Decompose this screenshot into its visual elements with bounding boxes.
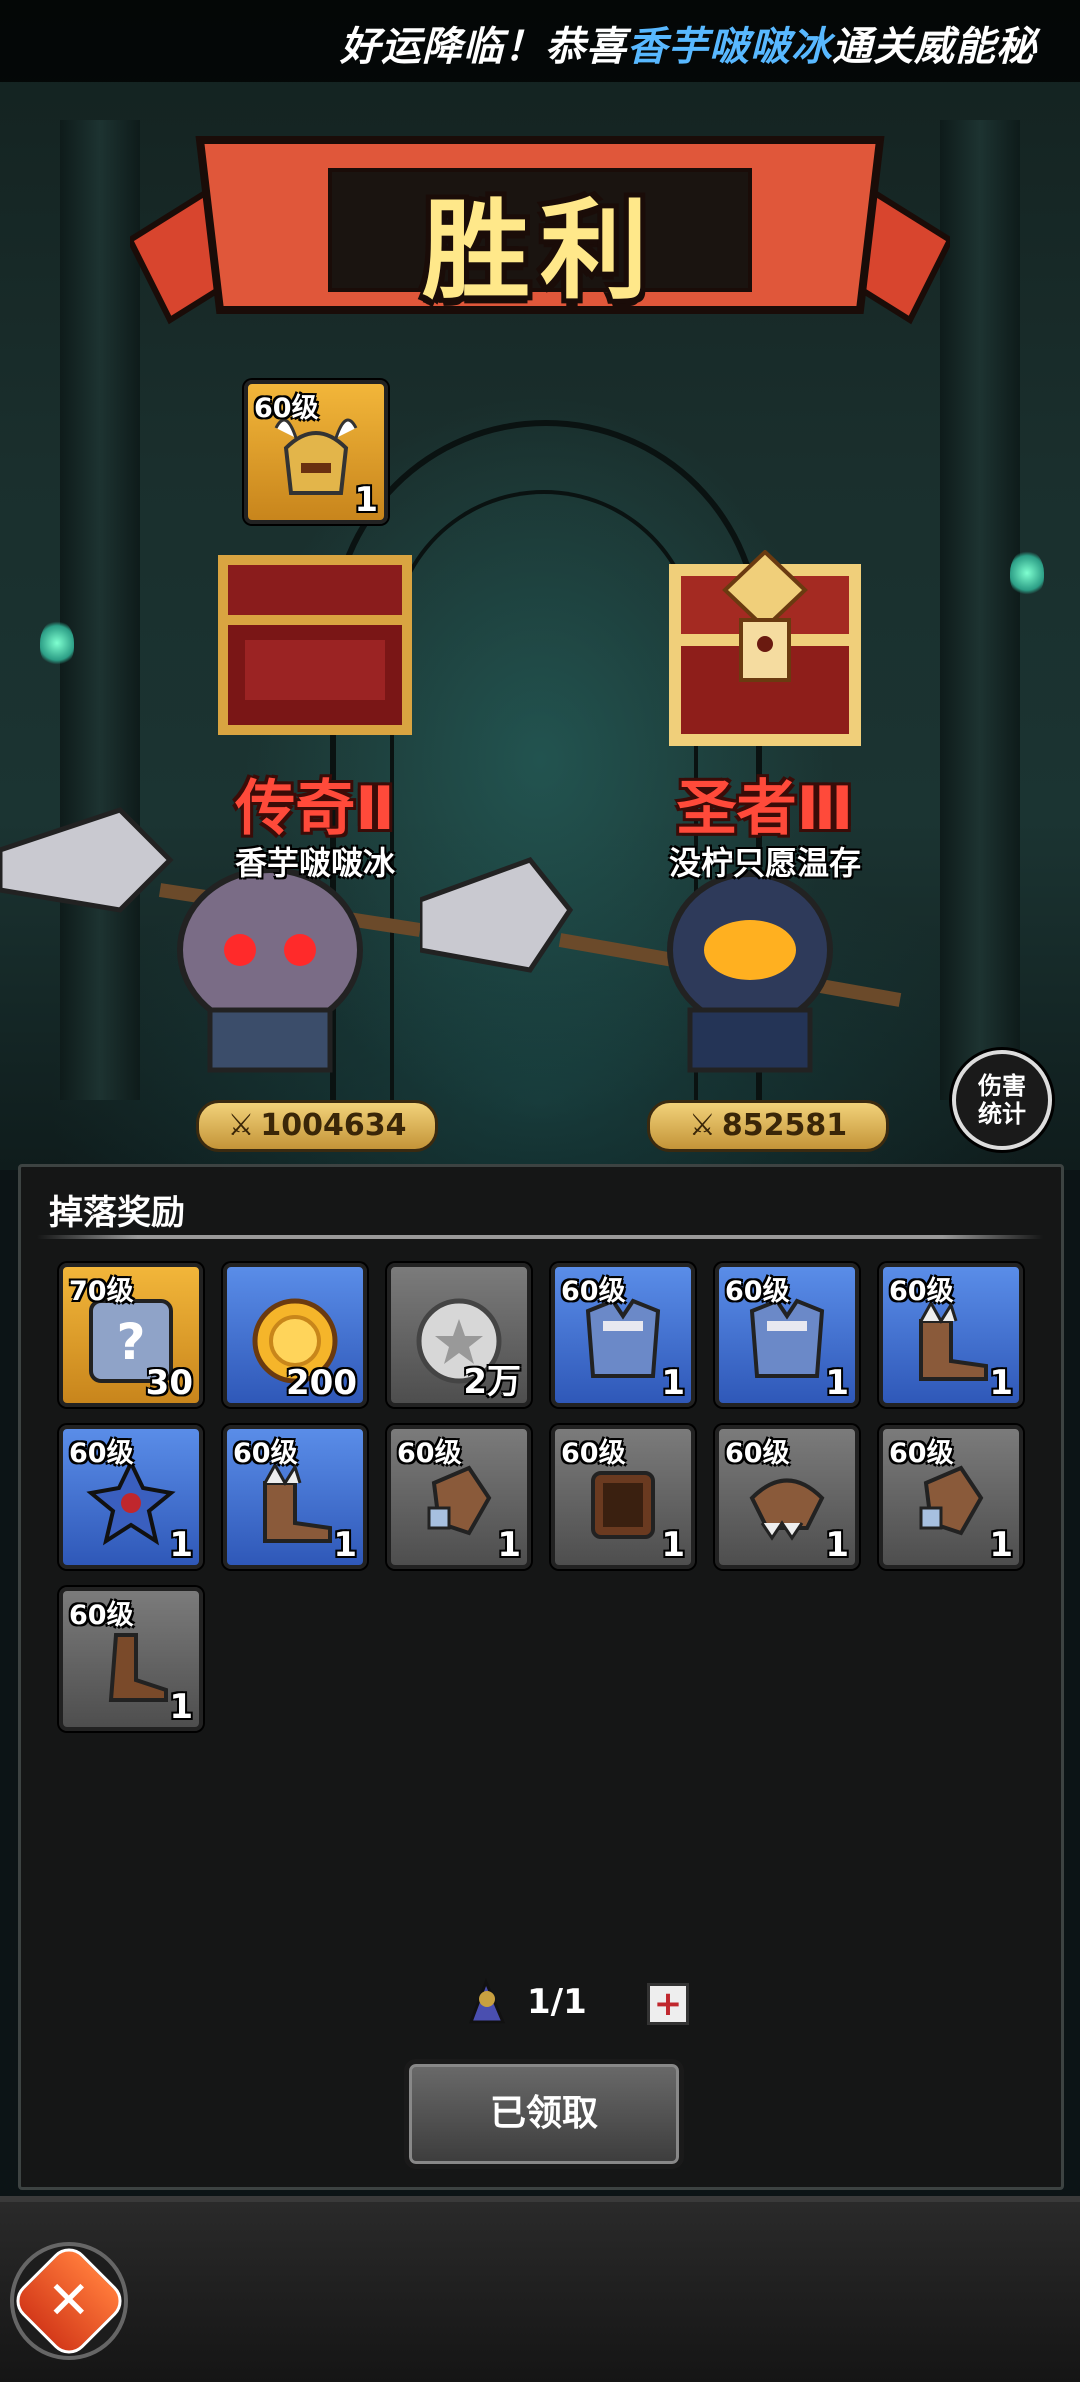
- drop-item[interactable]: 60级 1: [223, 1425, 367, 1569]
- crossed-swords-icon: ⚔: [688, 1108, 716, 1143]
- drop-item[interactable]: ? 70级 30: [59, 1263, 203, 1407]
- announcement-marquee: 好运降临！恭喜香芋啵啵冰通关威能秘: [0, 0, 1080, 82]
- saint-chest-icon: [669, 550, 861, 746]
- svg-text:?: ?: [116, 1313, 145, 1371]
- announcement-suffix: 通关威能秘: [832, 24, 1037, 70]
- announcement-text: 好运降临！恭喜香芋啵啵冰通关威能秘: [340, 14, 1037, 72]
- item-count: 1: [333, 1525, 357, 1565]
- pillar-right: [940, 120, 1020, 1100]
- mvp-reward-item[interactable]: 60级 1: [244, 380, 388, 524]
- player-left-rank: 传奇Ⅱ: [235, 774, 395, 844]
- drop-item[interactable]: 60级 1: [59, 1425, 203, 1569]
- item-count: 1: [661, 1363, 685, 1403]
- item-count: 1: [169, 1525, 193, 1565]
- player-left-name: 香芋啵啵冰: [234, 844, 395, 882]
- drop-item[interactable]: 60级 1: [879, 1263, 1023, 1407]
- drop-item[interactable]: 200: [223, 1263, 367, 1407]
- item-count: 2万: [463, 1362, 521, 1402]
- player-right-name: 没柠只愿温存: [668, 844, 861, 882]
- item-level: 60级: [725, 1276, 790, 1307]
- item-level: 70级: [69, 1276, 134, 1307]
- item-count: 1: [354, 480, 378, 520]
- reward-counter: 1/1: [461, 1977, 587, 2027]
- item-count: 30: [145, 1363, 193, 1403]
- damage-stats-label-line2: 统计: [978, 1100, 1026, 1128]
- drop-item[interactable]: 2万: [387, 1263, 531, 1407]
- item-level: 60级: [397, 1438, 462, 1469]
- player-right-rank: 圣者Ⅲ: [676, 774, 854, 844]
- add-count-button[interactable]: +: [647, 1983, 689, 2025]
- drop-item[interactable]: 60级 1: [715, 1263, 859, 1407]
- drop-item[interactable]: 60级 1: [387, 1425, 531, 1569]
- plus-icon: +: [653, 1984, 683, 2024]
- reward-counter-value: 1/1: [527, 1982, 587, 2022]
- item-level: 60级: [254, 393, 319, 424]
- item-count: 1: [825, 1363, 849, 1403]
- victory-banner: 胜利: [130, 130, 950, 330]
- item-count: 200: [286, 1363, 357, 1403]
- legend-chest-icon: [218, 555, 412, 735]
- crossed-swords-icon: ⚔: [227, 1108, 255, 1143]
- item-level: 60级: [561, 1276, 626, 1307]
- bottom-bar: ✕: [0, 2196, 1080, 2382]
- damage-stats-label-line1: 伤害: [978, 1072, 1026, 1100]
- item-level: 60级: [889, 1276, 954, 1307]
- drop-item[interactable]: 60级 1: [59, 1587, 203, 1731]
- announcement-player-name: 香芋啵啵冰: [627, 24, 832, 70]
- item-count: 1: [825, 1525, 849, 1565]
- item-count: 1: [989, 1525, 1013, 1565]
- player-left-power: ⚔ 1004634: [196, 1100, 438, 1152]
- drop-item[interactable]: 60级 1: [551, 1425, 695, 1569]
- victory-title: 胜利: [421, 189, 658, 314]
- swords-exit-icon: ✕: [47, 2270, 91, 2331]
- damage-stats-button[interactable]: 伤害 统计: [952, 1050, 1052, 1150]
- item-count: 1: [661, 1525, 685, 1565]
- drop-rewards-title: 掉落奖励: [49, 1193, 185, 1233]
- item-level: 60级: [725, 1438, 790, 1469]
- drop-item[interactable]: 60级 1: [551, 1263, 695, 1407]
- drop-item[interactable]: 60级 1: [715, 1425, 859, 1569]
- announcement-prefix: 好运降临！恭喜: [340, 24, 627, 70]
- torch-right-icon: [1010, 550, 1044, 596]
- item-level: 60级: [69, 1438, 134, 1469]
- exit-button[interactable]: ✕: [8, 2240, 130, 2362]
- drop-rewards-panel: 掉落奖励 ? 70级 30 200 2万 60级 1 60级 1 60级 1 60级 1 60级 1 60级 1…: [18, 1164, 1064, 2190]
- item-level: 60级: [69, 1600, 134, 1631]
- item-level: 60级: [233, 1438, 298, 1469]
- torch-left-icon: [40, 620, 74, 666]
- player-left-power-value: 1004634: [260, 1108, 407, 1143]
- panel-divider: [37, 1235, 1043, 1239]
- drop-item[interactable]: 60级 1: [879, 1425, 1023, 1569]
- player-right-power-value: 852581: [721, 1108, 848, 1143]
- item-count: 1: [169, 1687, 193, 1727]
- item-level: 60级: [889, 1438, 954, 1469]
- player-right-power: ⚔ 852581: [647, 1100, 889, 1152]
- item-level: 60级: [561, 1438, 626, 1469]
- drop-items-grid: ? 70级 30 200 2万 60级 1 60级 1 60级 1 60级 1 60级 1 60级 1 60级 1 6…: [59, 1263, 1023, 1731]
- item-count: 1: [989, 1363, 1013, 1403]
- character-token-icon: [468, 1977, 506, 2024]
- claimed-button[interactable]: 已领取: [404, 2059, 684, 2169]
- item-count: 1: [497, 1525, 521, 1565]
